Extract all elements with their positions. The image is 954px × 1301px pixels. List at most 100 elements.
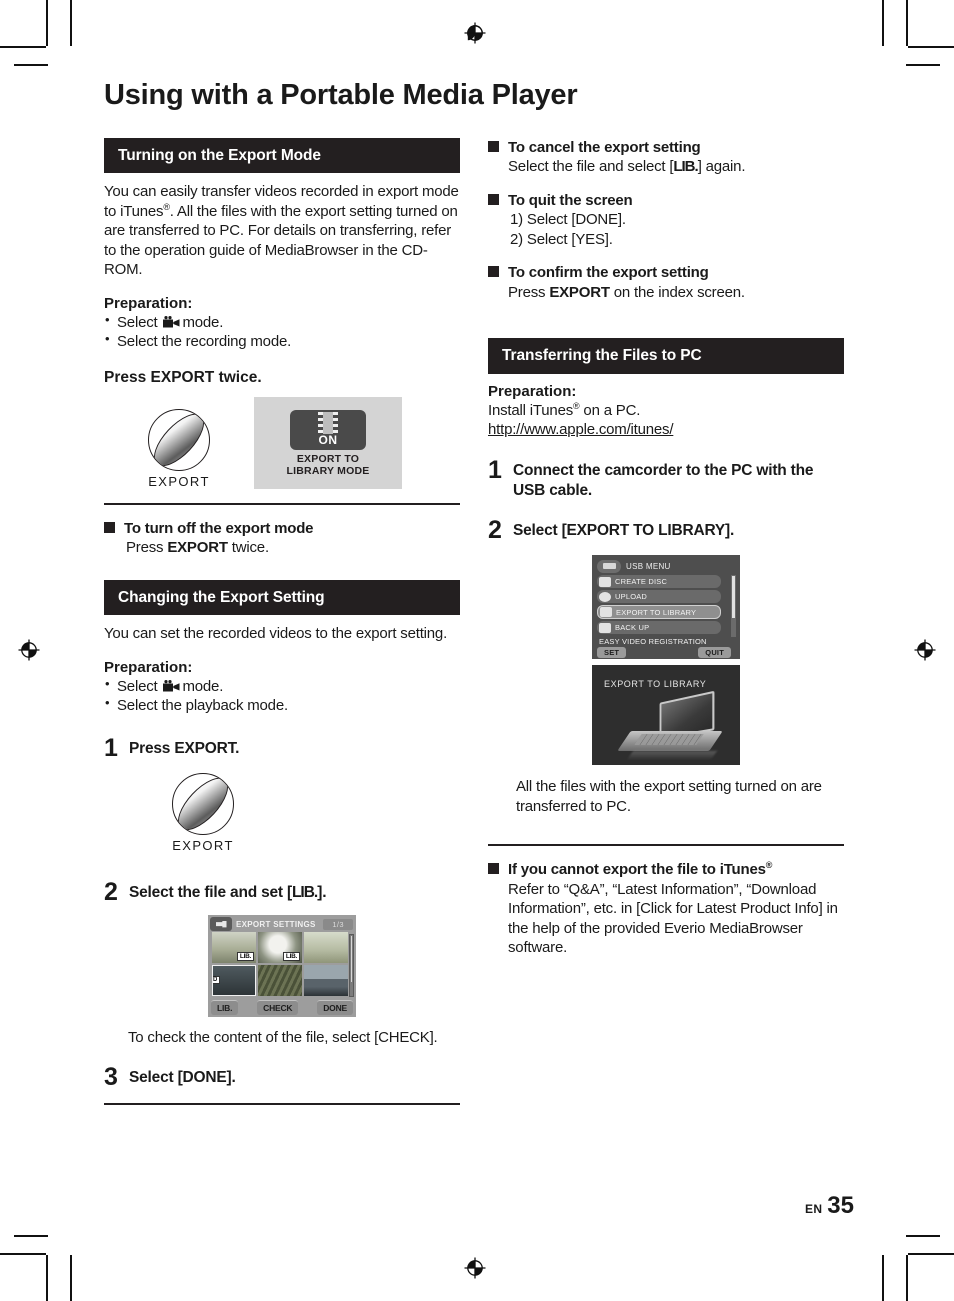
thumbnail-cell-selected[interactable]: SD [212, 964, 256, 996]
crop-mark-tl-h2 [14, 64, 48, 66]
thumbnail-cell[interactable]: LIB. [258, 931, 302, 963]
transfer-step-2-text: Select [EXPORT TO LIBRARY]. [513, 522, 735, 540]
thumbnail-cell[interactable] [304, 964, 348, 996]
export-to-library-screen-title: EXPORT TO LIBRARY [604, 679, 707, 690]
usb-menu-item-export-to-library[interactable]: EXPORT TO LIBRARY [597, 605, 721, 620]
export-settings-scrollbar[interactable] [349, 933, 354, 997]
set-button[interactable]: SET [597, 647, 627, 659]
thumbnail-cell[interactable]: LIB. [212, 931, 256, 963]
caption-line-2: LIBRARY MODE [286, 465, 370, 478]
usb-menu-item-label: BACK UP [615, 623, 650, 633]
step-1-text: Press EXPORT. [129, 739, 240, 757]
section-heading-transferring-files-to-pc: Transferring the Files to PC [488, 338, 844, 374]
step-3-select-done: 3 Select [DONE]. [104, 1064, 460, 1090]
lib-button[interactable]: LIB. [211, 1000, 239, 1016]
check-content-note: To check the content of the file, select… [128, 1028, 438, 1046]
usb-menu-title: USB MENU [626, 561, 671, 571]
usb-menu-screen-screenshot: USB MENU CREATE DISC UPLOAD EXPORT TO LI… [592, 555, 740, 660]
thumbnail-cell[interactable] [258, 964, 302, 996]
step-1-press-export: 1 Press EXPORT. [104, 735, 460, 761]
to-quit-step-1: 1) Select [DONE]. [510, 211, 626, 229]
registration-target-bottom [462, 1255, 488, 1281]
prep-text-suffix: mode. [182, 313, 224, 331]
two-column-layout: Turning on the Export Mode You can easil… [104, 137, 854, 1106]
step2-post: ]. [317, 883, 327, 901]
thumbnail-lib-badge: LIB. [282, 951, 300, 961]
disc-icon [599, 576, 611, 587]
step-2-select-file-set-lib: 2 Select the file and set [LIB.]. [104, 879, 460, 905]
step-1-number: 1 [104, 733, 118, 762]
export-to-library-screen-screenshot: EXPORT TO LIBRARY [592, 665, 740, 766]
preparation-label-2: Preparation: [104, 658, 193, 676]
left-column: Turning on the Export Mode You can easil… [104, 137, 460, 1106]
to-confirm-export-setting-body: Press EXPORT on the index screen. [488, 283, 844, 303]
export-mode-panel-caption: EXPORT TO LIBRARY MODE [287, 453, 370, 478]
caption-line-1: EXPORT TO [296, 452, 360, 465]
prep-item-select-video-mode: Select mode. [104, 312, 460, 333]
usb-menu-scrollbar[interactable] [731, 575, 736, 638]
usb-menu-item-label: EXPORT TO LIBRARY [616, 607, 697, 617]
install-itunes-line: Install iTunes® on a PC. [488, 400, 641, 419]
crop-mark-bl-h2 [14, 1235, 48, 1237]
footer-page-number: 35 [827, 1192, 854, 1219]
crop-mark-bl-h [0, 1253, 46, 1255]
export-button-illustration-1: EXPORT [104, 408, 254, 489]
done-button[interactable]: DONE [317, 1000, 353, 1016]
backup-pc-icon [599, 622, 611, 633]
export-settings-titlebar: EXPORT SETTINGS 1/3 [208, 915, 356, 932]
footer-locale: EN [805, 1202, 823, 1216]
confirm-post: on the index screen. [613, 283, 745, 301]
video-mode-badge-icon [210, 917, 232, 932]
crop-mark-bl-v2 [46, 1255, 48, 1301]
usb-menu-titlebar: USB MENU [597, 559, 735, 573]
export-library-icon [600, 607, 612, 618]
itunes-download-link[interactable]: http://www.apple.com/itunes/ [488, 421, 674, 438]
manual-page: Using with a Portable Media Player Turni… [104, 79, 854, 1220]
export-button-illustration-2: EXPORT [128, 772, 278, 853]
cannot-export-heading: If you cannot export the file to iTunes® [488, 860, 844, 880]
video-camera-icon [163, 314, 180, 328]
crop-mark-tr-v2 [906, 0, 908, 46]
registration-target-top [462, 20, 488, 46]
to-quit-the-screen-heading: To quit the screen [488, 191, 844, 211]
divider-rule-3 [488, 844, 844, 847]
export-settings-title: EXPORT SETTINGS [236, 919, 316, 929]
quit-button[interactable]: QUIT [698, 647, 731, 659]
export-knob-icon [148, 408, 210, 471]
usb-menu-item-create-disc[interactable]: CREATE DISC [597, 575, 721, 589]
laptop-illustration [617, 691, 723, 761]
turnoff-pre: Press [126, 539, 164, 557]
to-turn-off-export-mode-heading: To turn off the export mode [104, 519, 460, 539]
section-heading-turning-on-export-mode: Turning on the Export Mode [104, 137, 460, 174]
turnoff-bold: EXPORT [167, 539, 228, 557]
export-settings-screen-screenshot: EXPORT SETTINGS 1/3 LIB. LIB. SD [208, 914, 356, 1017]
globe-icon [599, 591, 611, 602]
check-button[interactable]: CHECK [257, 1000, 299, 1016]
cancel-pre: Select the file and select [ [508, 158, 674, 176]
to-cancel-export-setting-body: Select the file and select [LIB.] again. [488, 157, 844, 177]
step-3-text: Select [DONE]. [129, 1069, 236, 1087]
crop-mark-br-v2 [906, 1255, 908, 1301]
section-heading-changing-export-setting: Changing the Export Setting [104, 579, 460, 616]
preparation-label-3: Preparation: [488, 382, 577, 400]
thumbnail-lib-badge: LIB. [236, 951, 254, 961]
transfer-step-1-text: Connect the camcorder to the PC with the… [513, 461, 814, 499]
prep2-item-select-video-mode: Select mode. [104, 676, 460, 697]
sd-card-badge: SD [213, 975, 221, 984]
to-turn-off-export-mode-body: Press EXPORT twice. [104, 538, 460, 558]
press-export-twice-heading: Press EXPORT twice. [104, 368, 262, 386]
usb-menu-item-upload[interactable]: UPLOAD [597, 590, 721, 604]
export-knob-label: EXPORT [172, 837, 234, 853]
confirm-pre: Press [508, 283, 546, 301]
page-title: Using with a Portable Media Player [104, 79, 578, 111]
registration-target-left [16, 637, 42, 663]
right-column: To cancel the export setting Select the … [488, 138, 844, 1105]
usb-menu-item-back-up[interactable]: BACK UP [597, 621, 721, 635]
prep2-item-select-playback-mode: Select the playback mode. [104, 695, 460, 716]
preparation-list-2: Select mode. Select the playback mode. [104, 676, 460, 716]
lib-token: LIB. [673, 158, 698, 176]
export-knob-icon [172, 772, 234, 835]
thumbnail-cell[interactable] [304, 931, 348, 963]
crop-mark-tl-v [70, 0, 72, 46]
export-illustration-row: EXPORT ON EXPORT TO LIBRARY MODE [104, 396, 460, 489]
